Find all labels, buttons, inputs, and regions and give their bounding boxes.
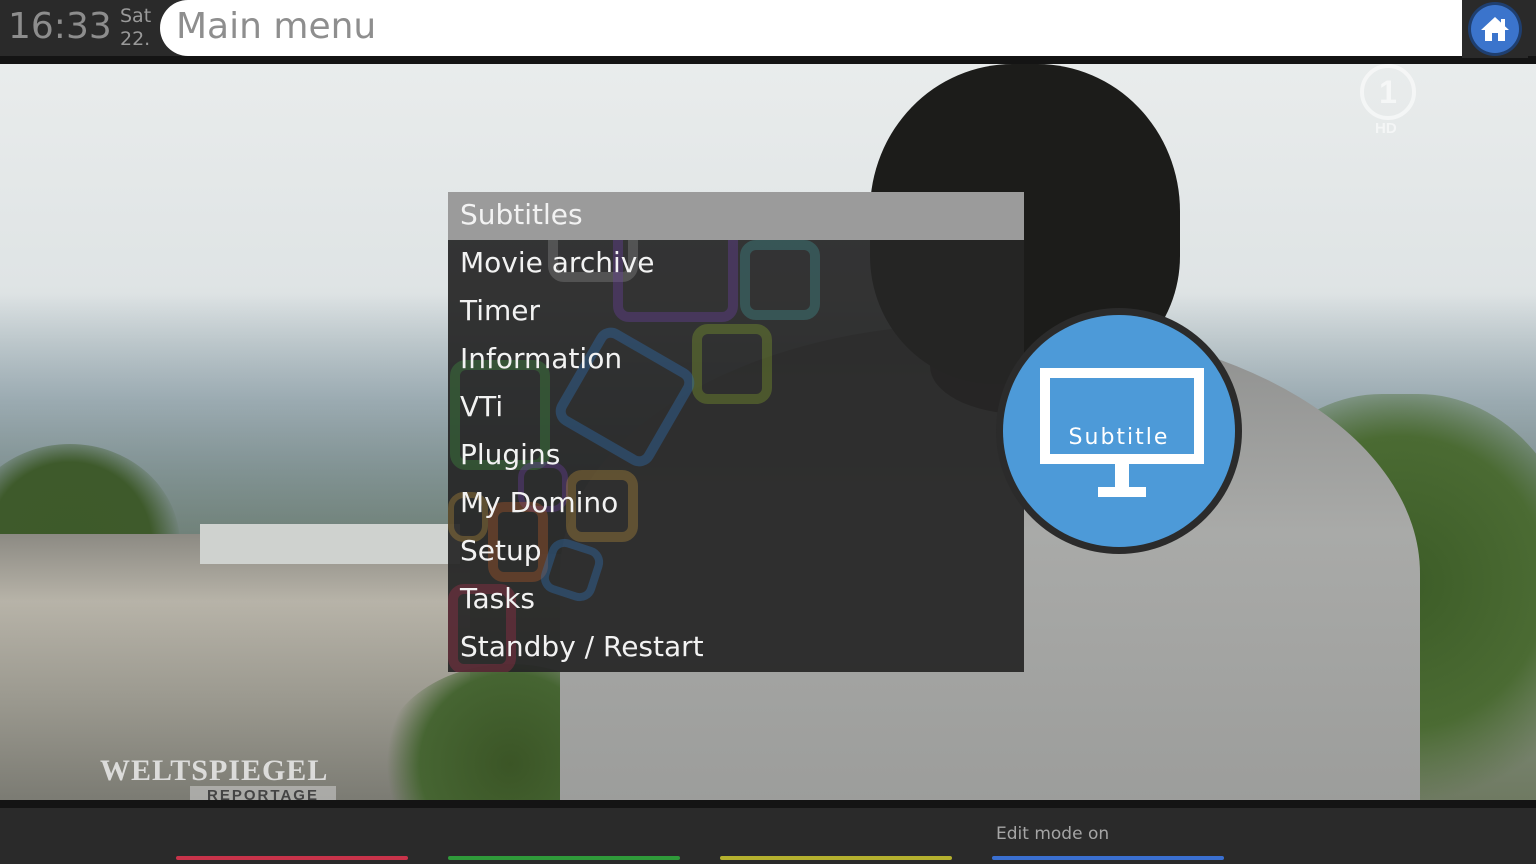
menu-item-my-domino[interactable]: My Domino [448, 480, 1024, 528]
menu-item-plugins[interactable]: Plugins [448, 432, 1024, 480]
show-logo-title: WELTSPIEGEL [100, 754, 329, 787]
screen: 1 HD WELTSPIEGEL REPORTAGE 16:33 Sat 22.… [0, 0, 1536, 864]
clock: 16:33 [8, 6, 112, 47]
menu-item-timer[interactable]: Timer [448, 288, 1024, 336]
subtitle-preview-circle: Subtitle [1003, 315, 1235, 547]
menu-item-setup[interactable]: Setup [448, 528, 1024, 576]
subtitle-preview-label: Subtitle [1068, 425, 1170, 450]
menu-item-subtitles[interactable]: Subtitles [448, 192, 1024, 240]
menu-item-standby-restart[interactable]: Standby / Restart [448, 624, 1024, 672]
date-number: 22. [120, 28, 151, 50]
blue-key-indicator[interactable] [992, 856, 1224, 860]
menu-item-movie-archive[interactable]: Movie archive [448, 240, 1024, 288]
bottom-bar: Edit mode on [0, 800, 1536, 864]
menu-item-information[interactable]: Information [448, 336, 1024, 384]
menu-item-vti[interactable]: VTi [448, 384, 1024, 432]
yellow-key-indicator[interactable] [720, 856, 952, 860]
home-icon [1471, 5, 1519, 53]
blue-key-label[interactable]: Edit mode on [996, 824, 1109, 844]
red-key-indicator[interactable] [176, 856, 408, 860]
background-building-roof [200, 524, 460, 564]
top-bar: 16:33 Sat 22. Main menu [0, 0, 1536, 64]
main-menu-list: Subtitles Movie archive Timer Informatio… [448, 192, 1024, 672]
show-logo-subtitle: REPORTAGE [190, 786, 336, 800]
title-box: Main menu [160, 0, 1472, 56]
channel-logo: 1 [1360, 64, 1416, 120]
home-button[interactable] [1462, 0, 1528, 58]
page-title: Main menu [176, 6, 377, 47]
menu-item-tasks[interactable]: Tasks [448, 576, 1024, 624]
date-day: Sat [120, 5, 152, 27]
green-key-indicator[interactable] [448, 856, 680, 860]
selected-item-preview: Subtitle [996, 308, 1242, 554]
channel-hd-badge: HD [1375, 120, 1397, 137]
